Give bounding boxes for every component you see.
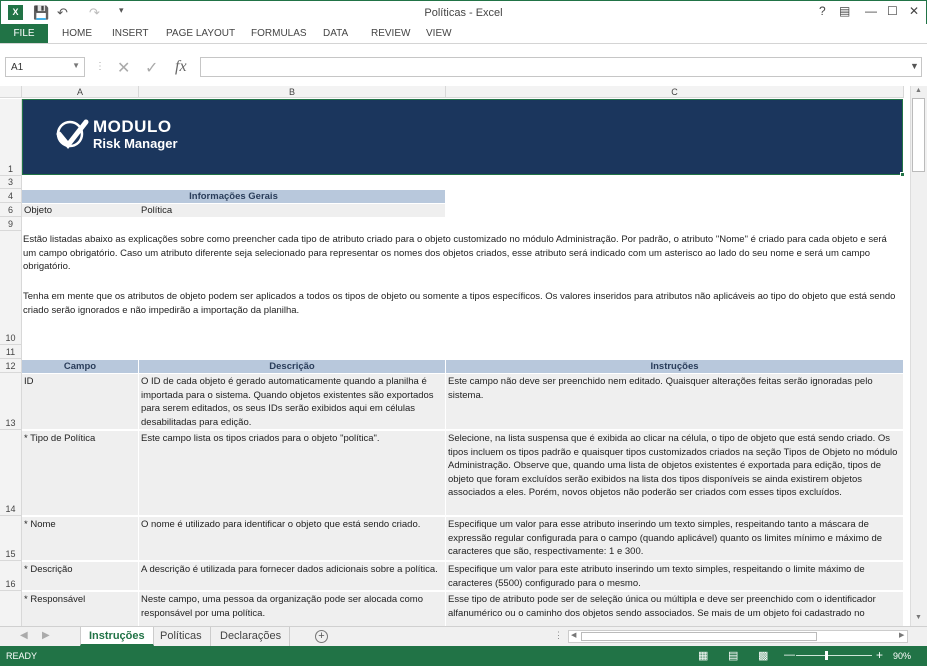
table-cell-descricao[interactable]: O nome é utilizado para identificar o ob… bbox=[139, 517, 445, 560]
split-handle-icon[interactable]: ⋮ bbox=[554, 630, 563, 641]
column-header-b[interactable]: B bbox=[139, 86, 446, 98]
selection-handle[interactable] bbox=[900, 172, 905, 177]
logo-text-modulo: MODULO bbox=[93, 117, 172, 136]
sheet-nav-prev-icon[interactable]: ◀ bbox=[20, 630, 28, 641]
logo-text-risk-manager: Risk Manager bbox=[93, 136, 178, 151]
row-header[interactable]: 16 bbox=[0, 561, 22, 591]
tab-home[interactable]: HOME bbox=[62, 28, 92, 39]
horizontal-scrollbar[interactable]: ◀ ▶ bbox=[568, 630, 908, 643]
zoom-slider[interactable] bbox=[796, 655, 872, 656]
row-header[interactable]: 4 bbox=[0, 189, 22, 203]
row-header[interactable]: 3 bbox=[0, 176, 22, 189]
row-header[interactable]: 15 bbox=[0, 516, 22, 561]
table-cell-campo[interactable]: * Tipo de Política bbox=[22, 431, 138, 515]
row-header[interactable]: 12 bbox=[0, 359, 22, 373]
scroll-up-icon[interactable]: ▲ bbox=[915, 87, 922, 94]
table-header-instrucoes[interactable]: Instruções bbox=[446, 360, 903, 373]
row-header[interactable]: 14 bbox=[0, 430, 22, 516]
intro-paragraph-2[interactable]: Tenha em mente que os atributos de objet… bbox=[23, 290, 901, 320]
worksheet-grid[interactable]: A B C 1 3 4 6 9 10 11 12 13 14 15 16 MOD… bbox=[0, 86, 910, 626]
table-cell-campo[interactable]: * Responsável bbox=[22, 592, 138, 626]
table-cell-campo[interactable]: * Nome bbox=[22, 517, 138, 560]
zoom-in-icon[interactable]: + bbox=[876, 648, 883, 662]
scroll-down-icon[interactable]: ▼ bbox=[915, 614, 922, 621]
zoom-out-icon[interactable]: — bbox=[784, 649, 795, 661]
tab-insert[interactable]: INSERT bbox=[112, 28, 149, 39]
tab-file[interactable]: FILE bbox=[0, 24, 48, 43]
status-bar: READY ▦ ▤ ▩ — + 90% bbox=[0, 646, 927, 666]
ribbon-display-icon[interactable]: ▤ bbox=[839, 4, 850, 18]
maximize-icon[interactable]: ☐ bbox=[887, 4, 898, 18]
table-cell-campo[interactable]: * Descrição bbox=[22, 562, 138, 590]
tab-page-layout[interactable]: PAGE LAYOUT bbox=[166, 28, 235, 39]
tab-view[interactable]: VIEW bbox=[426, 28, 452, 39]
table-cell-instrucoes[interactable]: Especifique um valor para este atributo … bbox=[446, 562, 903, 590]
close-icon[interactable]: ✕ bbox=[909, 4, 919, 18]
enter-icon[interactable]: ✓ bbox=[145, 58, 158, 78]
status-ready: READY bbox=[6, 651, 38, 661]
info-value[interactable]: Política bbox=[139, 204, 445, 217]
corner-select-all[interactable] bbox=[0, 86, 22, 98]
scroll-left-icon[interactable]: ◀ bbox=[571, 631, 576, 639]
table-cell-descricao[interactable]: Neste campo, uma pessoa da organização p… bbox=[139, 592, 445, 626]
sheet-tab-politicas[interactable]: Políticas bbox=[152, 627, 211, 646]
row-header[interactable] bbox=[0, 591, 22, 626]
minimize-icon[interactable]: — bbox=[865, 4, 877, 18]
horizontal-scroll-thumb[interactable] bbox=[581, 632, 817, 641]
chevron-down-icon[interactable]: ▼ bbox=[72, 61, 80, 70]
table-cell-instrucoes[interactable]: Esse tipo de atributo pode ser de seleçã… bbox=[446, 592, 903, 626]
table-cell-campo[interactable]: ID bbox=[22, 374, 138, 429]
header-banner[interactable]: MODULO Risk Manager bbox=[22, 99, 903, 175]
zoom-level[interactable]: 90% bbox=[893, 651, 911, 661]
modulo-logo-icon bbox=[55, 117, 89, 151]
tab-review[interactable]: REVIEW bbox=[371, 28, 410, 39]
row-header[interactable]: 11 bbox=[0, 345, 22, 359]
table-cell-descricao[interactable]: Este campo lista os tipos criados para o… bbox=[139, 431, 445, 515]
page-break-view-icon[interactable]: ▩ bbox=[758, 649, 768, 662]
window-title: Políticas - Excel bbox=[424, 7, 503, 19]
vertical-scroll-thumb[interactable] bbox=[912, 98, 925, 172]
formula-input[interactable] bbox=[200, 57, 922, 77]
sheet-nav-next-icon[interactable]: ▶ bbox=[42, 630, 50, 641]
info-header[interactable]: Informações Gerais bbox=[22, 190, 445, 203]
info-label[interactable]: Objeto bbox=[22, 204, 139, 217]
scroll-right-icon[interactable]: ▶ bbox=[899, 631, 904, 639]
more-options-icon: ⋮ bbox=[95, 61, 105, 72]
sheet-tab-bar: ◀ ▶ Instruções Políticas Declarações + ⋮… bbox=[0, 626, 927, 646]
row-header[interactable]: 1 bbox=[0, 99, 22, 176]
add-sheet-icon[interactable]: + bbox=[315, 630, 328, 643]
table-cell-descricao[interactable]: O ID de cada objeto é gerado automaticam… bbox=[139, 374, 445, 429]
zoom-slider-thumb[interactable] bbox=[825, 651, 828, 660]
insert-function-icon[interactable]: fx bbox=[175, 58, 187, 76]
row-header[interactable]: 13 bbox=[0, 373, 22, 430]
table-cell-instrucoes[interactable]: Especifique um valor para esse atributo … bbox=[446, 517, 903, 560]
sheet-tab-declaracoes[interactable]: Declarações bbox=[212, 627, 291, 646]
title-bar: X 💾 ↶ ↷ ▾ Políticas - Excel ? ▤ — ☐ ✕ bbox=[0, 0, 927, 24]
tab-formulas[interactable]: FORMULAS bbox=[251, 28, 307, 39]
normal-view-icon[interactable]: ▦ bbox=[698, 649, 708, 662]
formula-bar: A1 ▼ ⋮ ✕ ✓ fx ▼ bbox=[0, 55, 927, 81]
name-box-value: A1 bbox=[11, 62, 24, 73]
page-layout-view-icon[interactable]: ▤ bbox=[728, 649, 738, 662]
help-icon[interactable]: ? bbox=[819, 4, 826, 18]
row-header[interactable]: 9 bbox=[0, 217, 22, 231]
sheet-tab-instrucoes[interactable]: Instruções bbox=[80, 627, 154, 646]
intro-paragraph-1[interactable]: Estão listadas abaixo as explicações sob… bbox=[23, 233, 901, 278]
column-header-c[interactable]: C bbox=[446, 86, 904, 98]
table-cell-descricao[interactable]: A descrição é utilizada para fornecer da… bbox=[139, 562, 445, 590]
name-box[interactable]: A1 ▼ bbox=[5, 57, 85, 77]
cancel-icon[interactable]: ✕ bbox=[117, 58, 130, 78]
table-cell-instrucoes[interactable]: Selecione, na lista suspensa que é exibi… bbox=[446, 431, 903, 515]
table-header-descricao[interactable]: Descrição bbox=[139, 360, 445, 373]
tab-data[interactable]: DATA bbox=[323, 28, 348, 39]
row-header[interactable]: 6 bbox=[0, 203, 22, 217]
expand-formula-icon[interactable]: ▼ bbox=[910, 61, 919, 71]
table-header-campo[interactable]: Campo bbox=[22, 360, 138, 373]
column-header-a[interactable]: A bbox=[22, 86, 139, 98]
table-cell-instrucoes[interactable]: Este campo não deve ser preenchido nem e… bbox=[446, 374, 903, 429]
row-header[interactable]: 10 bbox=[0, 231, 22, 345]
ribbon-tabs: HOME INSERT PAGE LAYOUT FORMULAS DATA RE… bbox=[0, 24, 927, 44]
